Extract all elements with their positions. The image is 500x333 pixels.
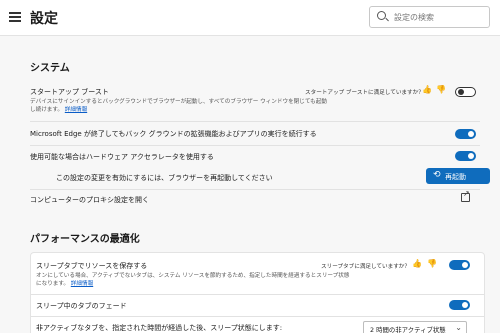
thumbs-down-icon[interactable]: 👎 bbox=[436, 85, 446, 94]
sleeping-tabs-label: スリープタブでリソースを保存する bbox=[36, 262, 148, 270]
fade-tabs-toggle[interactable] bbox=[449, 300, 470, 310]
divider bbox=[31, 316, 484, 317]
background-apps-toggle[interactable] bbox=[455, 129, 476, 139]
sleeping-tabs-feedback-text: スリープタブに満足していますか？ bbox=[321, 264, 410, 270]
startup-boost-toggle[interactable] bbox=[455, 87, 476, 97]
startup-boost-label: スタートアップ ブースト bbox=[30, 88, 109, 96]
inactive-tabs-label: 非アクティブなタブを、指定された時間が経過した後、スリープ状態にします: bbox=[36, 324, 283, 332]
hardware-accel-toggle[interactable] bbox=[455, 151, 476, 161]
inactive-tabs-select[interactable]: 2 時間の非アクティブ状態 ⌄ bbox=[363, 321, 467, 333]
sleeping-tabs-toggle[interactable] bbox=[449, 260, 470, 270]
refresh-icon: ⟲ bbox=[433, 170, 441, 180]
chevron-down-icon: ⌄ bbox=[455, 323, 462, 332]
fade-tabs-label: スリープ中のタブのフェード bbox=[36, 302, 127, 310]
divider bbox=[31, 294, 484, 295]
hardware-accel-label: 使用可能な場合はハードウェア アクセラレータを使用する bbox=[30, 153, 214, 161]
startup-boost-description: デバイスにサインインするとバックグラウンドでブラウザーが起動し、すべてのブラウザ… bbox=[30, 98, 330, 114]
hamburger-icon[interactable] bbox=[9, 12, 21, 22]
sleeping-tabs-description: オンにしている場合、アクティブでないタブは、システム リソースを節約するため、指… bbox=[36, 272, 354, 288]
search-input[interactable] bbox=[394, 10, 484, 24]
proxy-settings-label[interactable]: コンピューターのプロキシ設定を開く bbox=[30, 195, 149, 205]
sleeping-tabs-learn-more-link[interactable]: 詳細情報 bbox=[71, 281, 93, 287]
inactive-tabs-select-value: 2 時間の非アクティブ状態 bbox=[370, 326, 446, 333]
startup-boost-learn-more-link[interactable]: 詳細情報 bbox=[65, 107, 87, 113]
thumbs-up-icon[interactable]: 👍 bbox=[422, 85, 432, 94]
divider bbox=[30, 145, 480, 146]
divider bbox=[30, 121, 480, 122]
section-title-system: システム bbox=[30, 63, 70, 74]
restart-button[interactable]: ⟲ 再起動 bbox=[426, 168, 490, 184]
background-apps-label: Microsoft Edge が終了してもバック グラウンドの拡張機能およびアプ… bbox=[30, 130, 317, 138]
restart-button-label: 再起動 bbox=[445, 173, 466, 181]
external-link-icon[interactable] bbox=[461, 189, 470, 202]
thumbs-up-icon[interactable]: 👍 bbox=[412, 259, 422, 268]
header-bar: 設定 bbox=[0, 0, 500, 36]
startup-boost-feedback-text: スタートアップ ブーストに満足していますか？ bbox=[305, 90, 424, 96]
page-title: 設定 bbox=[30, 11, 58, 27]
search-box[interactable] bbox=[369, 6, 490, 28]
divider bbox=[30, 189, 480, 190]
thumbs-down-icon[interactable]: 👎 bbox=[427, 259, 437, 268]
restart-notice: この設定の変更を有効にするには、ブラウザーを再起動してください bbox=[56, 174, 273, 182]
section-title-performance: パフォーマンスの最適化 bbox=[30, 234, 140, 245]
search-icon bbox=[377, 11, 386, 20]
